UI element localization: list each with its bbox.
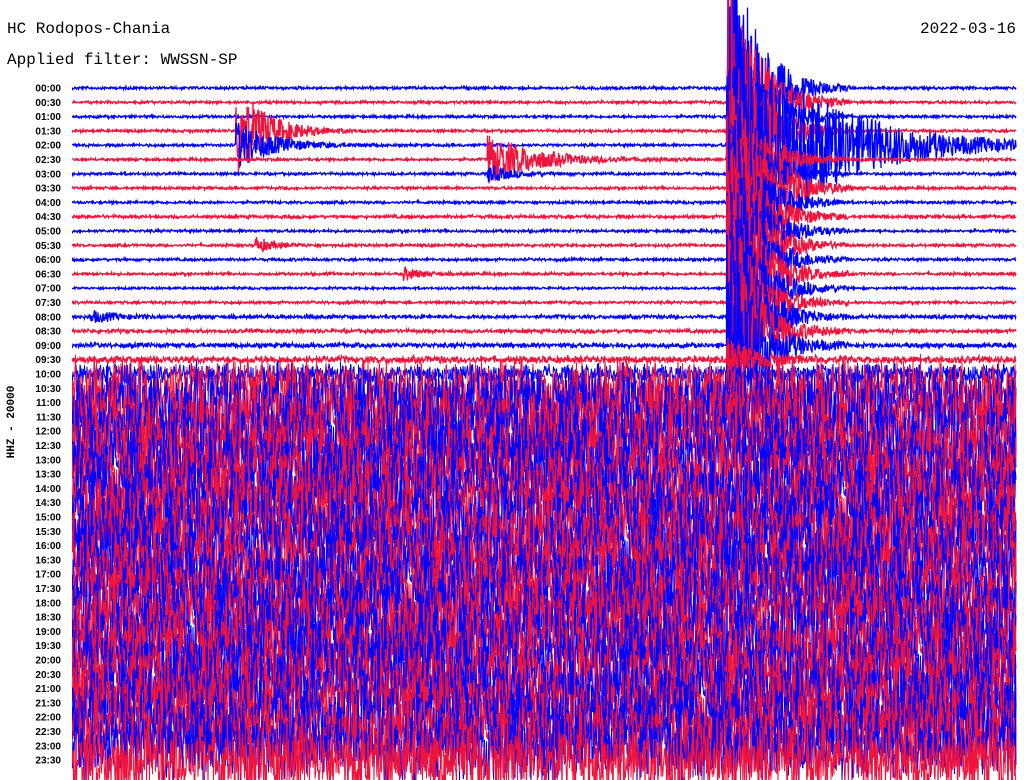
row-time-label: 10:30 xyxy=(35,384,61,395)
row-time-label: 21:00 xyxy=(35,684,61,695)
row-time-label: 11:30 xyxy=(36,412,61,423)
trace-row xyxy=(72,76,1017,277)
row-time-label: 06:30 xyxy=(35,269,61,280)
row-time-label: 08:30 xyxy=(35,327,61,338)
row-time-label: 05:00 xyxy=(35,227,61,238)
row-time-label: 22:00 xyxy=(35,713,61,724)
row-time-label: 03:00 xyxy=(35,169,61,180)
row-time-label: 01:30 xyxy=(35,126,61,137)
row-time-label: 17:00 xyxy=(35,570,61,581)
row-time-label: 03:30 xyxy=(35,184,61,195)
row-time-label: 19:30 xyxy=(35,641,61,652)
row-time-label: 00:30 xyxy=(35,98,61,109)
row-time-label: 14:00 xyxy=(35,484,61,495)
row-time-label: 09:30 xyxy=(35,355,61,366)
row-time-label: 21:30 xyxy=(35,698,61,709)
row-time-label: 18:30 xyxy=(35,613,61,624)
row-time-label: 09:00 xyxy=(35,341,61,352)
row-time-label: 16:30 xyxy=(35,555,61,566)
row-time-label: 13:30 xyxy=(35,470,61,481)
row-time-label: 02:00 xyxy=(35,141,61,152)
row-time-label: 19:00 xyxy=(35,627,61,638)
row-time-label: 13:00 xyxy=(35,455,61,466)
row-time-label: 15:30 xyxy=(35,527,61,538)
row-time-label: 20:00 xyxy=(35,656,61,667)
row-time-label: 10:00 xyxy=(35,370,61,381)
row-time-label: 12:00 xyxy=(35,427,61,438)
trace-row xyxy=(72,27,1017,256)
row-time-label: 18:00 xyxy=(35,598,61,609)
row-time-label: 17:30 xyxy=(35,584,61,595)
row-time-label: 04:00 xyxy=(35,198,61,209)
row-time-label: 16:00 xyxy=(35,541,61,552)
trace-row xyxy=(72,0,1017,209)
row-time-label: 22:30 xyxy=(35,727,61,738)
row-time-label: 01:00 xyxy=(35,112,61,123)
row-time-label: 04:30 xyxy=(35,212,61,223)
trace-row xyxy=(72,183,1017,347)
seismogram-plot: 00:00 00:30 01:00 01:30 02:00 02:30 03:00 03:30… xyxy=(35,0,1017,780)
row-time-label: 06:00 xyxy=(35,255,61,266)
row-time-label: 20:30 xyxy=(35,670,61,681)
row-time-label: 07:00 xyxy=(35,284,61,295)
row-time-label: 00:00 xyxy=(35,84,61,95)
row-time-label: 14:30 xyxy=(35,498,61,509)
row-time-label: 23:30 xyxy=(35,756,61,767)
row-time-label: 02:30 xyxy=(35,155,61,166)
row-time-label: 23:00 xyxy=(35,741,61,752)
row-time-label: 05:30 xyxy=(35,241,61,252)
row-time-label: 08:00 xyxy=(35,312,61,323)
row-time-label: 07:30 xyxy=(35,298,61,309)
row-time-label: 11:00 xyxy=(36,398,61,409)
row-time-label: 15:00 xyxy=(35,513,61,524)
row-time-label: 12:30 xyxy=(35,441,61,452)
